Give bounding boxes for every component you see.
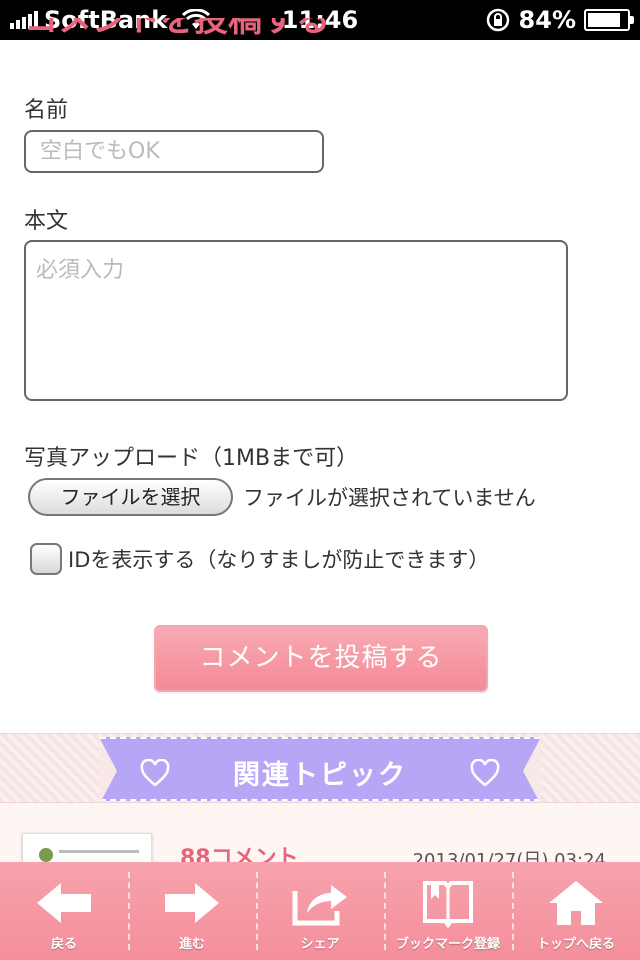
show-id-label: IDを表示する（なりすましが防止できます）	[68, 548, 490, 572]
forward-button[interactable]: 進む	[128, 862, 256, 960]
show-id-row: IDを表示する（なりすましが防止できます）	[30, 543, 489, 575]
battery-icon	[584, 9, 634, 31]
bookmark-label: ブックマーク登録	[395, 937, 500, 952]
share-button[interactable]: シェア	[256, 862, 384, 960]
body-label: 本文	[24, 209, 69, 234]
forward-label: 進む	[178, 937, 205, 952]
back-label: 戻る	[50, 937, 77, 952]
battery-level	[588, 13, 620, 27]
choose-file-button[interactable]: ファイルを選択	[28, 478, 233, 516]
file-status-text: ファイルが選択されていません	[243, 486, 536, 510]
name-input[interactable]: 空白でもOK	[24, 130, 324, 173]
bookmark-button[interactable]: ブックマーク登録	[384, 862, 512, 960]
home-button[interactable]: トップへ戻る	[512, 862, 640, 960]
back-arrow-icon	[37, 883, 91, 923]
share-label: シェア	[300, 937, 340, 952]
photo-upload-label: 写真アップロード（1MBまで可）	[24, 446, 359, 471]
rotation-lock-icon	[486, 8, 509, 32]
forward-arrow-icon	[165, 883, 219, 923]
file-upload-row: ファイルを選択 ファイルが選択されていません	[28, 478, 536, 516]
section-title: コメントを投稿する	[24, 18, 330, 40]
show-id-checkbox[interactable]	[30, 543, 62, 575]
home-icon	[549, 881, 603, 925]
bookmark-book-icon	[423, 881, 473, 929]
home-label: トップへ戻る	[536, 937, 615, 952]
related-topics-ribbon: 関連トピック	[99, 737, 541, 805]
back-button[interactable]: 戻る	[0, 862, 128, 960]
name-label: 名前	[24, 98, 69, 123]
battery-percent: 84%	[518, 6, 576, 34]
body-textarea[interactable]: 必須入力	[24, 240, 568, 401]
bottom-toolbar: 戻る 進む シェア ブックマーク登録 トップへ戻る	[0, 862, 640, 960]
share-icon	[292, 885, 347, 926]
submit-comment-button[interactable]: コメントを投稿する	[154, 625, 488, 692]
heart-icon	[470, 759, 500, 787]
